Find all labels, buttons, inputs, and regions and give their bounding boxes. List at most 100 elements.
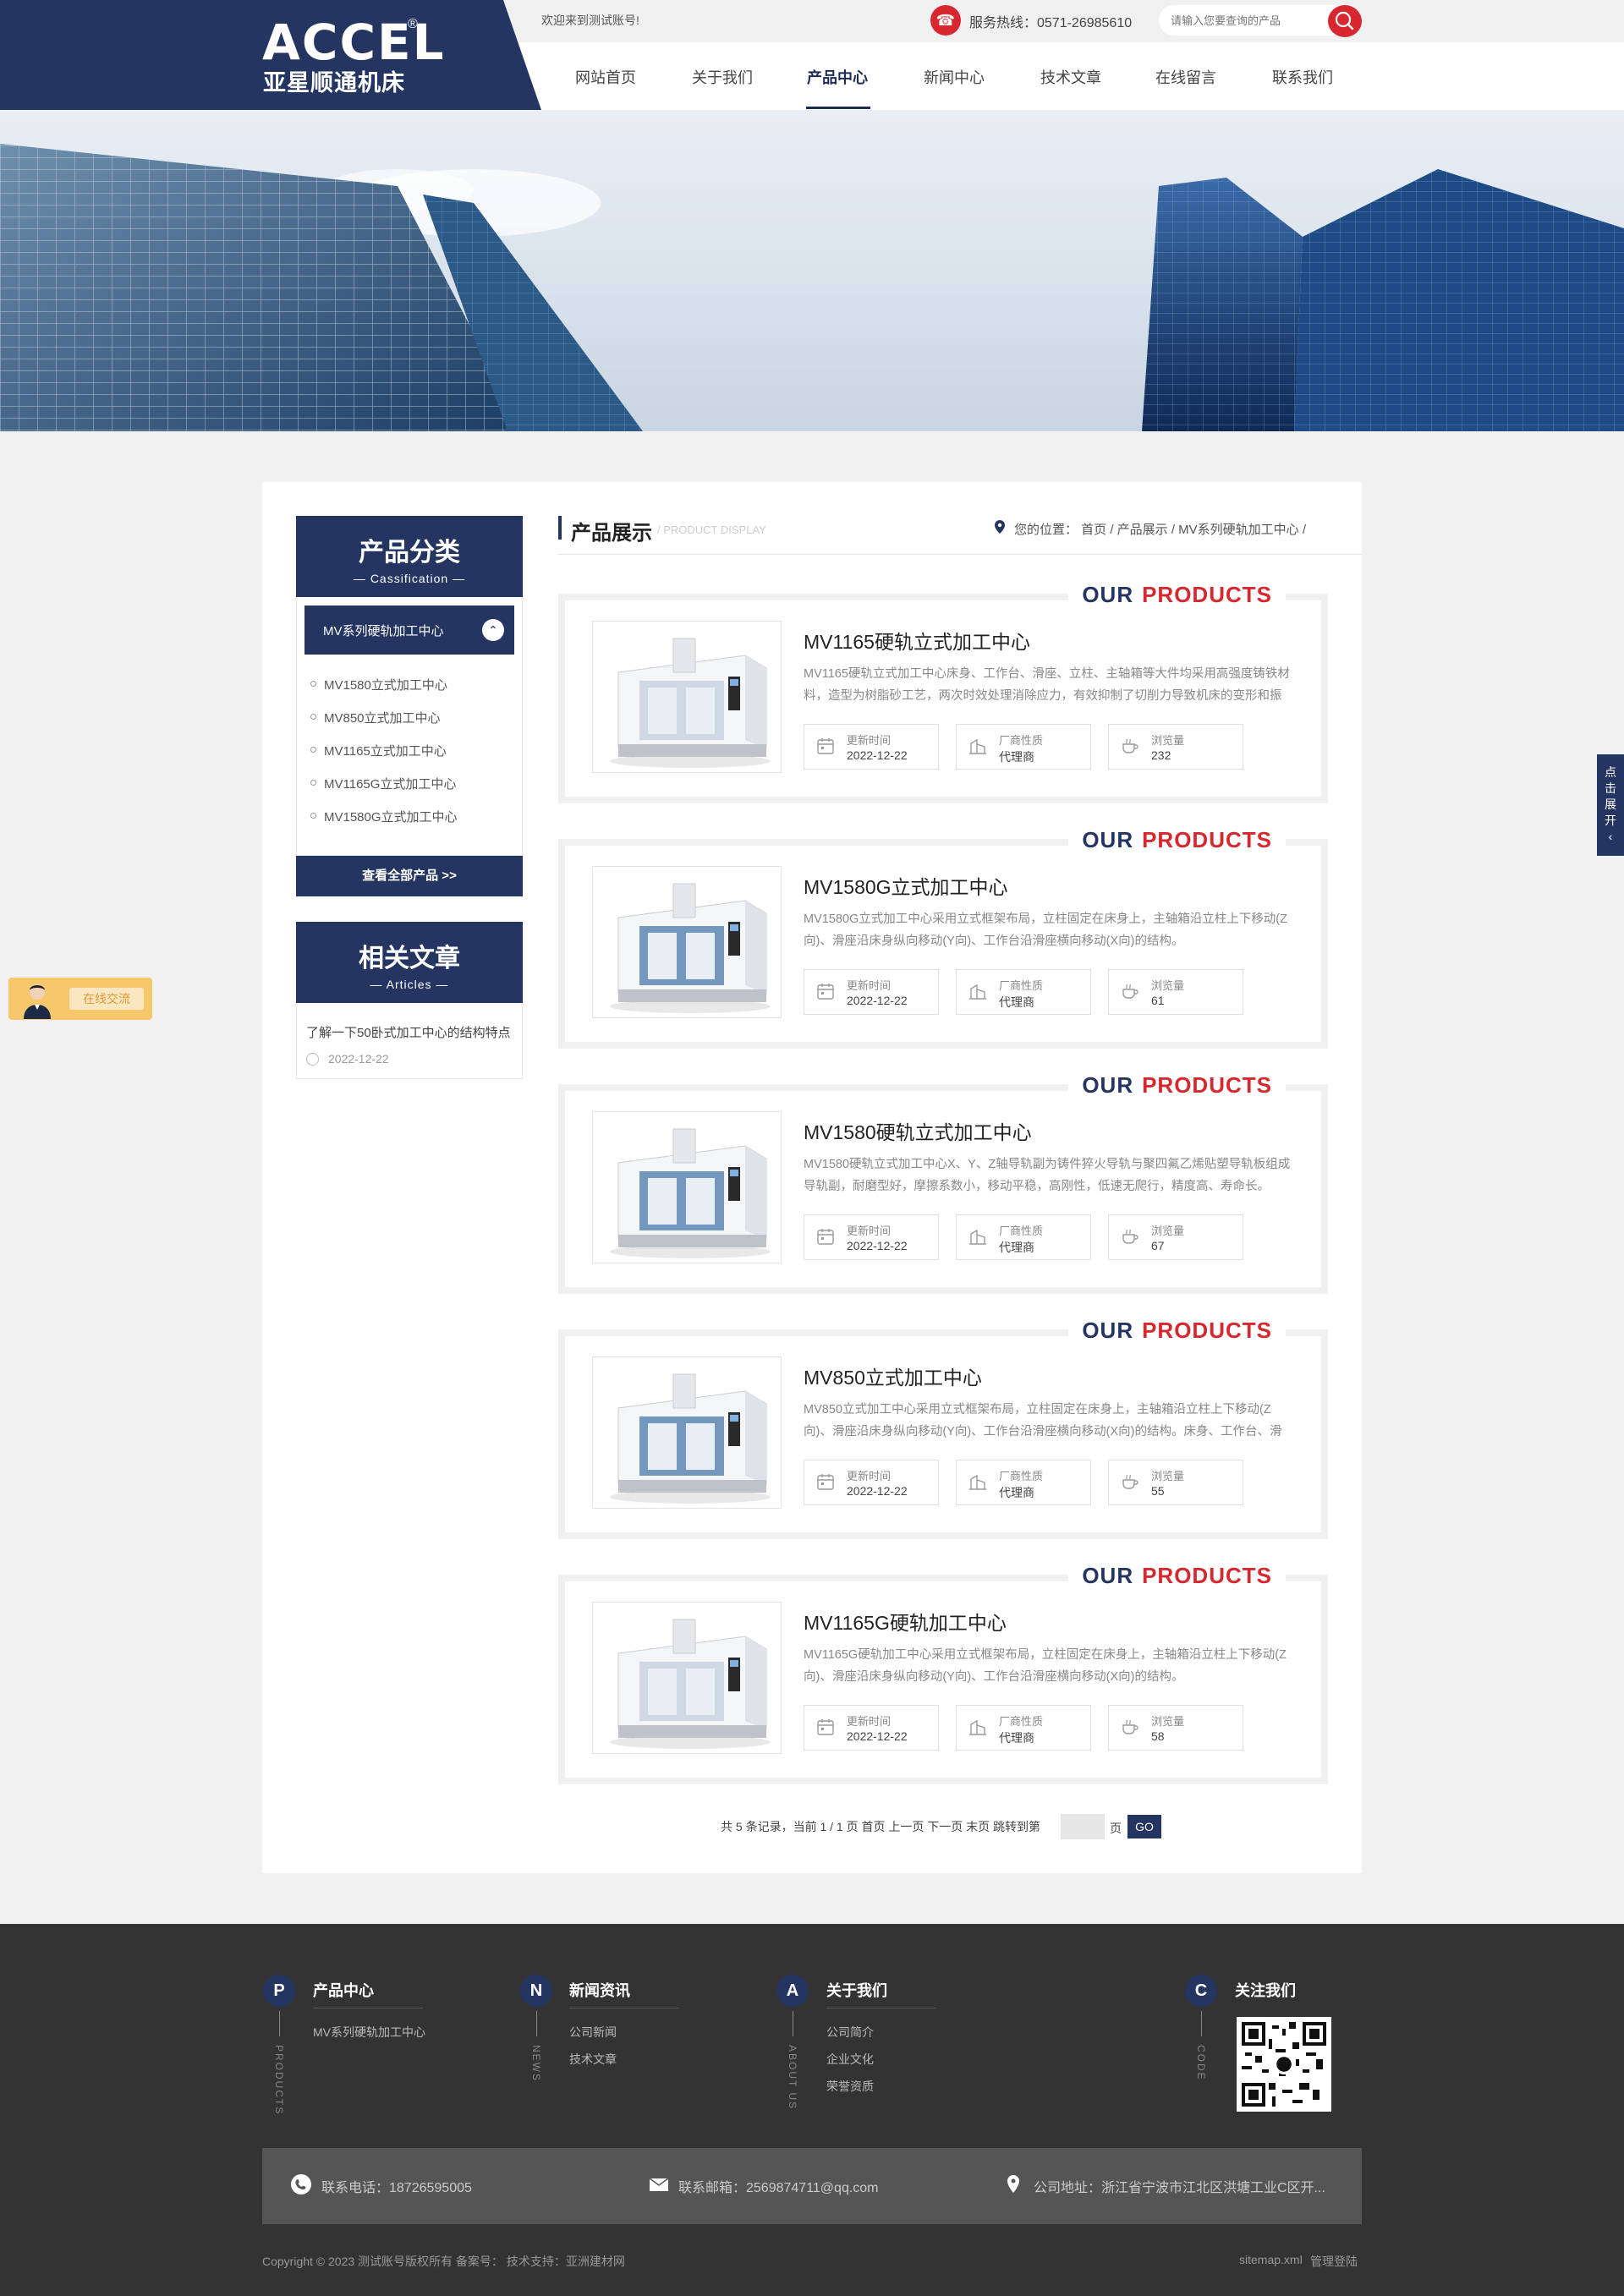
footer-divider bbox=[279, 2011, 280, 2036]
skyscraper-illustration bbox=[0, 144, 1624, 431]
subcategory-item[interactable]: MV1580立式加工中心 bbox=[310, 676, 447, 693]
articles-subtitle: — Articles — bbox=[370, 978, 449, 991]
product-title[interactable]: MV1580硬轨立式加工中心 bbox=[804, 1116, 1032, 1145]
footer-badge-code: C bbox=[1185, 1975, 1217, 2007]
search-input[interactable] bbox=[1171, 10, 1319, 30]
footer-badge-about: A bbox=[776, 1975, 809, 2007]
logo-wordmark[interactable]: ACCEL bbox=[262, 14, 446, 71]
product-title[interactable]: MV850立式加工中心 bbox=[804, 1362, 982, 1390]
nav-about[interactable]: 关于我们 bbox=[692, 66, 753, 88]
building-icon bbox=[969, 738, 986, 754]
main-nav: 网站首页 关于我们 产品中心 新闻中心 技术文章 在线留言 联系我们 bbox=[541, 42, 1370, 110]
footer-link[interactable]: 企业文化 bbox=[826, 2051, 874, 2068]
product-image[interactable] bbox=[592, 1111, 782, 1263]
vendor-type-box: 厂商性质 代理商 bbox=[956, 1460, 1091, 1505]
service-hotline: 服务热线：0571-26985610 bbox=[969, 16, 1133, 30]
nav-news[interactable]: 新闻中心 bbox=[924, 66, 985, 88]
site-header: ACCEL ® 亚星顺通机床 欢迎来到测试账号! ☎ 服务热线：0571-269… bbox=[0, 0, 1624, 110]
product-description: MV1580G立式加工中心采用立式框架布局，立柱固定在床身上，主轴箱沿立柱上下移… bbox=[804, 912, 1287, 948]
contact-email: 联系邮箱：2569874711@qq.com bbox=[678, 2181, 879, 2195]
product-image[interactable] bbox=[592, 866, 782, 1018]
sitemap-link[interactable]: sitemap.xml bbox=[1239, 2253, 1303, 2266]
product-card[interactable]: OUR PRODUCTS MV1580G立式加工中心 MV1580G立式加工中心采… bbox=[558, 827, 1328, 1049]
update-time-box: 更新时间 2022-12-22 bbox=[804, 969, 939, 1015]
product-image[interactable] bbox=[592, 1602, 782, 1754]
subcategory-item[interactable]: MV1165立式加工中心 bbox=[310, 742, 447, 759]
building-icon bbox=[969, 984, 986, 1000]
product-card[interactable]: OUR PRODUCTS MV1165硬轨立式加工中心 MV1165硬轨立式加工中… bbox=[558, 582, 1328, 803]
view-all-products-button[interactable]: 查看全部产品 >> bbox=[296, 856, 523, 896]
go-button[interactable]: GO bbox=[1127, 1815, 1161, 1838]
category-item-active[interactable]: MV系列硬轨加工中心 ⌃ bbox=[304, 606, 514, 655]
footer-title-products[interactable]: 产品中心 bbox=[313, 1979, 374, 2001]
chat-button[interactable]: 在线交流 bbox=[69, 988, 144, 1010]
category-subtitle: — Cassification — bbox=[353, 572, 466, 585]
views-box: 浏览量 67 bbox=[1108, 1214, 1243, 1260]
articles-header: 相关文章 — Articles — bbox=[296, 922, 523, 1003]
copyright: Copyright © 2023 测试账号版权所有 备案号： 技术支持：亚洲建材… bbox=[262, 2255, 625, 2268]
logo-company-name[interactable]: 亚星顺通机床 bbox=[263, 64, 405, 97]
footer-en-products: PRODUCTS bbox=[273, 2045, 285, 2116]
footer-en-news: NEWS bbox=[530, 2045, 542, 2082]
nav-active-indicator bbox=[806, 107, 870, 109]
qr-code-icon bbox=[1237, 2017, 1331, 2112]
breadcrumb[interactable]: 您的位置： 首页 / 产品展示 / MV系列硬轨加工中心 / bbox=[1014, 520, 1306, 538]
product-image[interactable] bbox=[592, 1356, 782, 1509]
product-description: MV1165硬轨立式加工中心床身、工作台、滑座、立柱、主轴箱等大件均采用高强度铸… bbox=[804, 667, 1290, 703]
product-title[interactable]: MV1165G硬轨加工中心 bbox=[804, 1607, 1007, 1636]
product-card[interactable]: OUR PRODUCTS MV1165G硬轨加工中心 MV1165G硬轨加工中心采… bbox=[558, 1563, 1328, 1784]
nav-message[interactable]: 在线留言 bbox=[1155, 66, 1216, 88]
divider bbox=[558, 554, 1362, 555]
footer-link[interactable]: 技术文章 bbox=[569, 2051, 617, 2068]
product-description: MV1165G硬轨加工中心采用立式框架布局，立柱固定在床身上，主轴箱沿立柱上下移… bbox=[804, 1648, 1287, 1684]
views-box: 浏览量 232 bbox=[1108, 724, 1243, 770]
calendar-icon bbox=[817, 1719, 834, 1735]
footer-title-news[interactable]: 新闻资讯 bbox=[569, 1979, 630, 2001]
location-icon bbox=[1007, 2175, 1019, 2193]
footer-title-about[interactable]: 关于我们 bbox=[826, 1979, 887, 2001]
vendor-type-box: 厂商性质 代理商 bbox=[956, 969, 1091, 1015]
welcome-text: 欢迎来到测试账号! bbox=[541, 14, 639, 27]
footer-link[interactable]: MV系列硬轨加工中心 bbox=[313, 2024, 425, 2041]
calendar-icon bbox=[817, 984, 834, 1000]
page-jump-input[interactable] bbox=[1061, 1814, 1105, 1839]
search-button[interactable] bbox=[1328, 5, 1362, 37]
registered-mark: ® bbox=[408, 17, 418, 31]
vendor-type-box: 厂商性质 代理商 bbox=[956, 1214, 1091, 1260]
calendar-icon bbox=[817, 1229, 834, 1245]
building-icon bbox=[969, 1719, 986, 1735]
nav-products[interactable]: 产品中心 bbox=[807, 66, 868, 88]
online-chat-widget[interactable]: 在线交流 bbox=[8, 978, 152, 1020]
nav-articles[interactable]: 技术文章 bbox=[1040, 66, 1101, 88]
subcategory-item[interactable]: MV1580G立式加工中心 bbox=[310, 808, 458, 825]
article-link[interactable]: 了解一下50卧式加工中心的结构特点 bbox=[306, 1023, 518, 1041]
chevron-up-icon[interactable]: ⌃ bbox=[482, 619, 504, 641]
footer-link[interactable]: 公司新闻 bbox=[569, 2024, 617, 2041]
nav-contact[interactable]: 联系我们 bbox=[1272, 66, 1333, 88]
update-time-box: 更新时间 2022-12-22 bbox=[804, 1214, 939, 1260]
product-card[interactable]: OUR PRODUCTS MV850立式加工中心 MV850立式加工中心采用立式框… bbox=[558, 1318, 1328, 1539]
articles-title: 相关文章 bbox=[359, 945, 460, 973]
side-expand-tab[interactable]: 点击展开 ‹ bbox=[1597, 754, 1624, 856]
product-card[interactable]: OUR PRODUCTS MV1580硬轨立式加工中心 MV1580硬轨立式加工中… bbox=[558, 1072, 1328, 1294]
card-tag: OUR PRODUCTS bbox=[1068, 827, 1286, 853]
contact-address: 公司地址：浙江省宁波市江北区洪塘工业C区开... bbox=[1034, 2181, 1325, 2195]
search-icon bbox=[1335, 11, 1354, 30]
product-title[interactable]: MV1165硬轨立式加工中心 bbox=[804, 626, 1030, 655]
subcategory-item[interactable]: MV850立式加工中心 bbox=[310, 709, 441, 726]
category-header: 产品分类 — Cassification — bbox=[296, 516, 523, 597]
admin-login-link[interactable]: 管理登陆 bbox=[1310, 2253, 1358, 2270]
title-accent-bar bbox=[558, 516, 562, 540]
pagination-summary[interactable]: 共 5 条记录，当前 1 / 1 页 首页 上一页 下一页 末页 跳转到第 bbox=[721, 1818, 1040, 1844]
product-image[interactable] bbox=[592, 621, 782, 773]
phone-icon bbox=[291, 2174, 311, 2195]
content-title: 产品展示 bbox=[571, 522, 652, 545]
subcategory-item[interactable]: MV1165G立式加工中心 bbox=[310, 775, 456, 792]
footer-divider bbox=[1201, 2011, 1202, 2036]
footer-badge-news: N bbox=[520, 1975, 552, 2007]
nav-home[interactable]: 网站首页 bbox=[575, 66, 636, 88]
product-title[interactable]: MV1580G立式加工中心 bbox=[804, 871, 1008, 900]
footer-en-code: CODE bbox=[1195, 2045, 1207, 2081]
footer-link[interactable]: 公司简介 bbox=[826, 2024, 874, 2041]
footer-link[interactable]: 荣誉资质 bbox=[826, 2078, 874, 2095]
